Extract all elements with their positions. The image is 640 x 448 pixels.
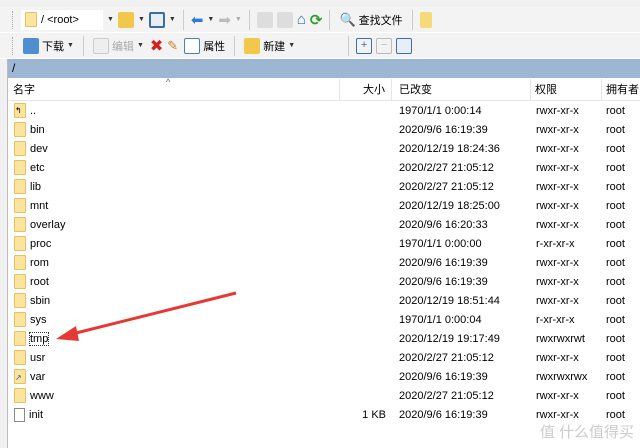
watermark: 值 什么值得买 [539,424,634,441]
arrow-shaft [71,291,237,336]
annotation-arrow [56,291,237,341]
arrow-head [56,326,79,341]
